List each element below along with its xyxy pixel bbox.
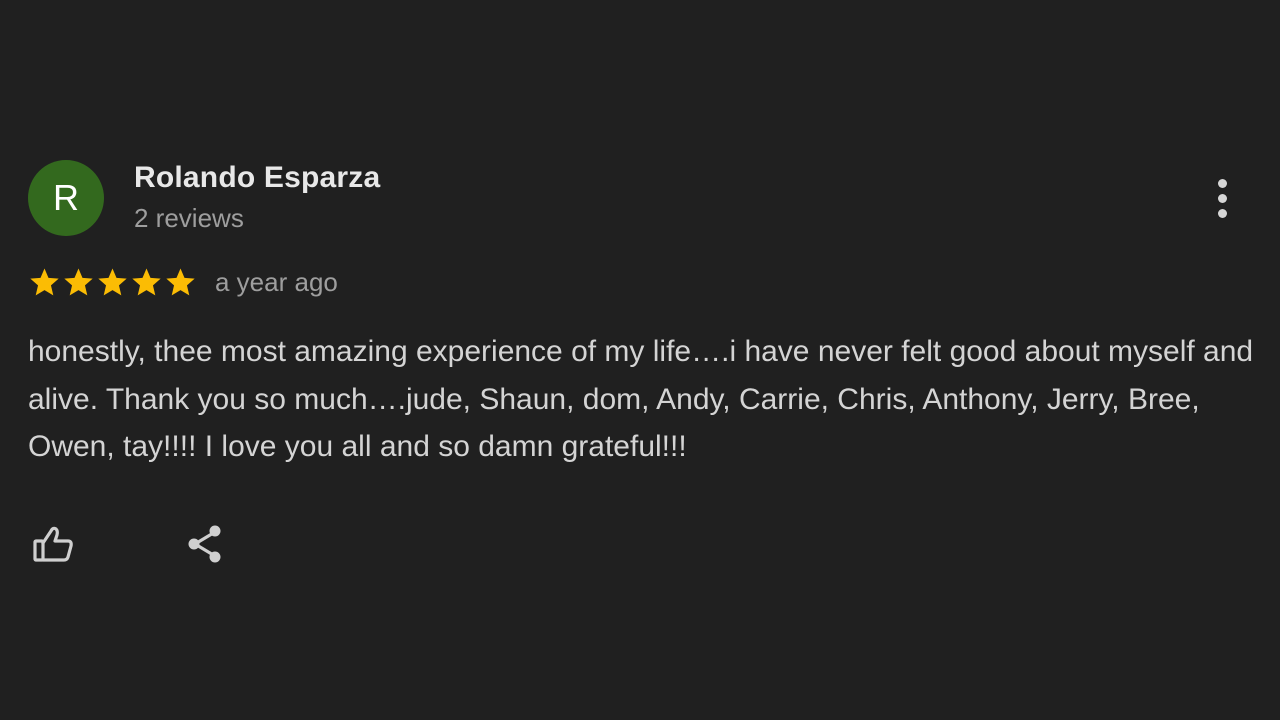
- star-icon: [64, 267, 93, 295]
- more-options-button[interactable]: [1202, 172, 1242, 224]
- more-vertical-icon-dot: [1217, 193, 1227, 203]
- star-icon: [98, 267, 127, 295]
- share-icon: [188, 525, 221, 563]
- author-name[interactable]: Rolando Esparza: [134, 160, 380, 196]
- review-time: a year ago: [215, 267, 338, 297]
- author-review-count: 2 reviews: [134, 203, 244, 233]
- share-button[interactable]: [179, 518, 231, 570]
- more-vertical-icon-dot: [1217, 208, 1227, 218]
- thumb-up-outline-icon: [33, 526, 73, 562]
- star-rating: [28, 266, 197, 299]
- star-icon: [132, 267, 161, 295]
- review-text: honestly, thee most amazing experience o…: [28, 335, 1254, 463]
- rating-row: a year ago: [28, 262, 338, 302]
- star-icon: [166, 267, 195, 295]
- more-vertical-icon: [1217, 178, 1227, 188]
- avatar-initial: R: [53, 177, 79, 218]
- like-button[interactable]: [27, 518, 79, 570]
- avatar[interactable]: R: [28, 160, 104, 236]
- review-card: R Rolando Esparza 2 reviews a year ago h…: [0, 0, 1280, 720]
- star-icon: [30, 267, 59, 295]
